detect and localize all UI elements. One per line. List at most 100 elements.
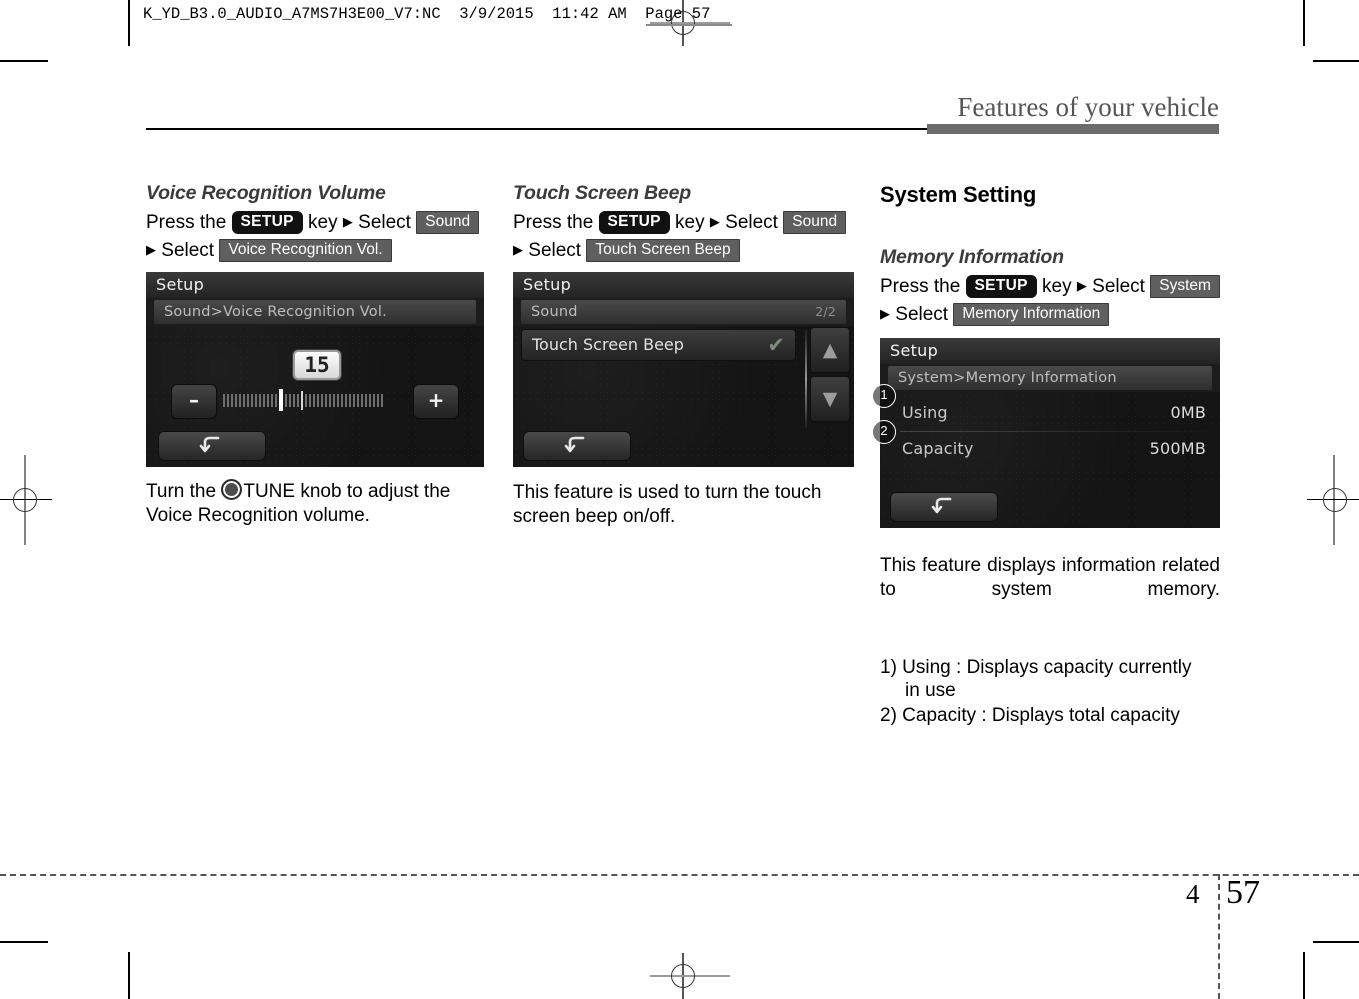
prepress-header-text: K_YD_B3.0_AUDIO_A7MS7H3E00_V7:NC 3/9/201… — [143, 5, 711, 23]
slider-tick — [325, 393, 327, 407]
volume-value-box: 15 — [293, 350, 341, 381]
select-label-1: Select — [358, 212, 411, 233]
setup-key-badge[interactable]: SETUP — [231, 211, 303, 234]
slider-tick — [223, 393, 225, 407]
caption-voice-recognition: Turn the TUNE knob to adjust the Voice R… — [146, 479, 484, 526]
registration-mark-left-middle — [0, 455, 60, 545]
registration-mark-right-middle — [1299, 455, 1359, 545]
slider-tick — [313, 393, 315, 407]
slider-tick — [289, 393, 291, 407]
scroll-up-button[interactable]: ▲ — [810, 327, 850, 374]
footer-dashed-rule — [0, 874, 1359, 876]
menu-badge-touch-screen-beep[interactable]: Touch Screen Beep — [586, 238, 740, 262]
slider-tick — [231, 393, 233, 407]
screen-breadcrumb: Sound 2/2 — [521, 300, 846, 325]
crop-mark-top-right-horizontal — [1313, 60, 1359, 62]
checkmark-icon: ✔ — [767, 332, 785, 357]
note-using: 1) Using : Displays capacity currently i… — [880, 656, 1220, 702]
screen-title-bar: Setup — [513, 272, 854, 299]
list-item-label: Touch Screen Beep — [532, 335, 684, 355]
column-voice-recognition-volume: Voice Recognition Volume Press the SETUP… — [146, 182, 484, 527]
slider-tick — [309, 393, 311, 407]
callout-number-1: 1 — [872, 384, 896, 408]
slider-tick — [337, 393, 339, 407]
screen-breadcrumb: System>Memory Information — [888, 366, 1212, 391]
header-rule-thin — [146, 128, 927, 130]
menu-badge-sound[interactable]: Sound — [783, 211, 847, 234]
select-label-2: Select — [895, 303, 949, 325]
memory-row-value: 500MB — [1149, 439, 1206, 459]
memory-row-label: Capacity — [902, 439, 974, 459]
scroll-rail — [805, 330, 807, 429]
press-the-label: Press the — [146, 212, 227, 233]
caption-memory-information: This feature displays information relate… — [880, 555, 1220, 600]
volume-slider-ticks[interactable] — [223, 385, 405, 415]
screenshot-touch-screen-beep: Setup Sound 2/2 Touch Screen Beep ✔ ▲ ▼ — [513, 272, 854, 468]
crop-mark-bottom-right-horizontal — [1313, 941, 1359, 943]
slider-tick — [369, 393, 371, 407]
slider-tick — [243, 393, 245, 407]
callout-number-2: 2 — [872, 420, 896, 444]
menu-badge-system[interactable]: System — [1150, 275, 1220, 298]
memory-row-value: 0MB — [1170, 403, 1206, 423]
press-the-label: Press the — [513, 212, 594, 233]
volume-decrease-button[interactable]: – — [171, 384, 217, 420]
list-item-touch-screen-beep[interactable]: Touch Screen Beep ✔ — [521, 329, 796, 362]
tune-knob-icon — [221, 479, 243, 501]
heading-memory-information: Memory Information — [880, 246, 1064, 268]
instruction-touch-screen-beep: Press the SETUP key ▶ Select Sound ▶ Sel… — [513, 209, 854, 264]
key-label: key — [308, 212, 338, 233]
crop-mark-bottom-right-vertical — [1303, 952, 1305, 999]
setup-key-badge[interactable]: SETUP — [598, 211, 670, 234]
memory-row-label: Using — [902, 403, 948, 423]
page-title: Features of your vehicle — [957, 92, 1219, 122]
back-button[interactable] — [890, 492, 998, 523]
note-using-line2: in use — [905, 680, 956, 702]
setup-key-badge[interactable]: SETUP — [965, 275, 1037, 298]
back-arrow-icon — [931, 498, 952, 514]
slider-tick — [345, 393, 347, 407]
page-number: 57 — [1226, 874, 1260, 911]
caption-text-post: TUNE knob to adjust the — [243, 481, 451, 503]
arrow-right-icon: ▶ — [146, 241, 156, 257]
menu-badge-memory-information[interactable]: Memory Information — [953, 302, 1110, 326]
press-the-label: Press the — [880, 276, 961, 297]
slider-tick — [349, 393, 351, 407]
breadcrumb-label: Sound — [531, 304, 578, 321]
arrow-right-icon: ▶ — [342, 214, 353, 229]
slider-thumb-tick — [279, 389, 283, 412]
slider-tick — [227, 393, 229, 407]
slider-tick — [293, 393, 295, 407]
slider-tick — [353, 393, 355, 407]
heading-system-setting: System Setting — [880, 182, 1037, 207]
chapter-number: 4 — [1186, 879, 1200, 909]
volume-increase-button[interactable]: + — [413, 384, 459, 420]
select-label-1: Select — [1092, 276, 1145, 297]
crop-mark-top-right-vertical — [1303, 0, 1305, 46]
menu-badge-sound[interactable]: Sound — [416, 211, 480, 234]
back-button[interactable] — [158, 431, 266, 462]
page-indicator: 2/2 — [815, 304, 836, 320]
key-label: key — [675, 212, 705, 233]
slider-tick — [239, 393, 241, 407]
slider-tick — [329, 393, 331, 407]
header-rule-thick — [927, 124, 1219, 134]
scroll-down-button[interactable]: ▼ — [810, 376, 850, 423]
slider-tick — [377, 393, 379, 407]
slider-tick — [285, 393, 287, 407]
instruction-voice-recognition: Press the SETUP key ▶ Select Sound ▶ Sel… — [146, 209, 484, 264]
note-using-line1: 1) Using : Displays capacity currently — [880, 656, 1192, 678]
arrow-right-icon: ▶ — [513, 241, 523, 257]
slider-tick — [255, 393, 257, 407]
caption-text-pre: Turn the — [146, 481, 222, 503]
slider-tick — [259, 393, 261, 407]
back-button[interactable] — [523, 431, 631, 462]
registration-mark-bottom-center — [650, 953, 730, 999]
slider-tick — [271, 393, 273, 407]
column-system-setting: System Setting Memory Information Press … — [880, 182, 1220, 728]
menu-badge-voice-recognition-vol[interactable]: Voice Recognition Vol. — [219, 238, 392, 262]
back-arrow-icon — [199, 437, 220, 453]
memory-row-divider — [900, 431, 1204, 433]
footer-dashed-vertical — [1218, 874, 1220, 999]
column-touch-screen-beep: Touch Screen Beep Press the SETUP key ▶ … — [513, 182, 854, 528]
